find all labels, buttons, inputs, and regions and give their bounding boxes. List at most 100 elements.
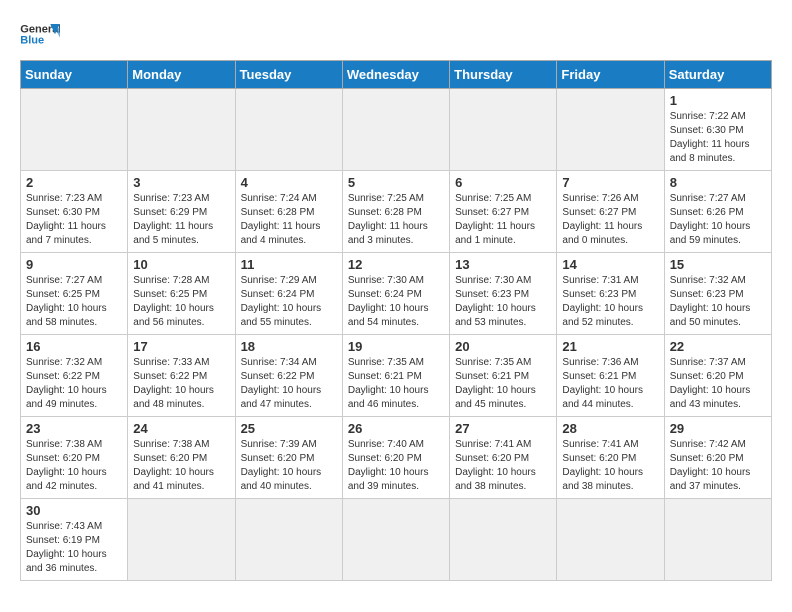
calendar-cell: 13Sunrise: 7:30 AM Sunset: 6:23 PM Dayli… xyxy=(450,253,557,335)
day-number: 19 xyxy=(348,339,444,354)
day-info: Sunrise: 7:33 AM Sunset: 6:22 PM Dayligh… xyxy=(133,356,229,412)
day-info: Sunrise: 7:41 AM Sunset: 6:20 PM Dayligh… xyxy=(455,438,551,494)
day-number: 4 xyxy=(241,175,337,190)
calendar-header-row: SundayMondayTuesdayWednesdayThursdayFrid… xyxy=(21,61,772,89)
day-header-sunday: Sunday xyxy=(21,61,128,89)
calendar-cell xyxy=(128,89,235,171)
calendar-week-2: 9Sunrise: 7:27 AM Sunset: 6:25 PM Daylig… xyxy=(21,253,772,335)
calendar-cell: 9Sunrise: 7:27 AM Sunset: 6:25 PM Daylig… xyxy=(21,253,128,335)
day-info: Sunrise: 7:22 AM Sunset: 6:30 PM Dayligh… xyxy=(670,110,766,166)
calendar-cell: 19 Sunrise: 7:35 AM Sunset: 6:21 PM Dayli… xyxy=(342,335,449,417)
day-info: Sunrise: 7:40 AM Sunset: 6:20 PM Dayligh… xyxy=(348,438,444,494)
calendar-cell: 21Sunrise: 7:36 AM Sunset: 6:21 PM Dayli… xyxy=(557,335,664,417)
day-number: 5 xyxy=(348,175,444,190)
calendar-cell xyxy=(21,89,128,171)
calendar-cell: 6 Sunrise: 7:25 AM Sunset: 6:27 PM Daylig… xyxy=(450,171,557,253)
day-number: 27 xyxy=(455,421,551,436)
day-number: 24 xyxy=(133,421,229,436)
day-header-saturday: Saturday xyxy=(664,61,771,89)
day-info: Sunrise: 7:26 AM Sunset: 6:27 PM Dayligh… xyxy=(562,192,658,248)
day-number: 8 xyxy=(670,175,766,190)
day-info: Sunrise: 7:29 AM Sunset: 6:24 PM Dayligh… xyxy=(241,274,337,330)
calendar-cell: 27 Sunrise: 7:41 AM Sunset: 6:20 PM Dayli… xyxy=(450,417,557,499)
day-number: 1 xyxy=(670,93,766,108)
calendar-cell: 1 Sunrise: 7:22 AM Sunset: 6:30 PM Daylig… xyxy=(664,89,771,171)
day-header-friday: Friday xyxy=(557,61,664,89)
day-header-tuesday: Tuesday xyxy=(235,61,342,89)
calendar-week-1: 2 Sunrise: 7:23 AM Sunset: 6:30 PM Daylig… xyxy=(21,171,772,253)
day-number: 11 xyxy=(241,257,337,272)
day-number: 6 xyxy=(455,175,551,190)
calendar-cell: 4 Sunrise: 7:24 AM Sunset: 6:28 PM Daylig… xyxy=(235,171,342,253)
day-number: 2 xyxy=(26,175,122,190)
day-header-monday: Monday xyxy=(128,61,235,89)
calendar-cell xyxy=(342,499,449,581)
day-info: Sunrise: 7:42 AM Sunset: 6:20 PM Dayligh… xyxy=(670,438,766,494)
calendar-cell: 3Sunrise: 7:23 AM Sunset: 6:29 PM Daylig… xyxy=(128,171,235,253)
day-info: Sunrise: 7:23 AM Sunset: 6:30 PM Dayligh… xyxy=(26,192,122,248)
day-number: 30 xyxy=(26,503,122,518)
calendar-week-0: 1 Sunrise: 7:22 AM Sunset: 6:30 PM Daylig… xyxy=(21,89,772,171)
logo: General Blue xyxy=(20,20,60,50)
day-info: Sunrise: 7:31 AM Sunset: 6:23 PM Dayligh… xyxy=(562,274,658,330)
calendar-week-3: 16 Sunrise: 7:32 AM Sunset: 6:22 PM Dayli… xyxy=(21,335,772,417)
calendar-week-5: 30 Sunrise: 7:43 AM Sunset: 6:19 PM Dayli… xyxy=(21,499,772,581)
calendar-cell xyxy=(664,499,771,581)
calendar-cell: 28 Sunrise: 7:41 AM Sunset: 6:20 PM Dayli… xyxy=(557,417,664,499)
day-info: Sunrise: 7:37 AM Sunset: 6:20 PM Dayligh… xyxy=(670,356,766,412)
day-info: Sunrise: 7:30 AM Sunset: 6:24 PM Dayligh… xyxy=(348,274,444,330)
day-number: 10 xyxy=(133,257,229,272)
day-number: 13 xyxy=(455,257,551,272)
day-info: Sunrise: 7:24 AM Sunset: 6:28 PM Dayligh… xyxy=(241,192,337,248)
calendar-cell: 25Sunrise: 7:39 AM Sunset: 6:20 PM Dayli… xyxy=(235,417,342,499)
day-info: Sunrise: 7:34 AM Sunset: 6:22 PM Dayligh… xyxy=(241,356,337,412)
day-info: Sunrise: 7:35 AM Sunset: 6:21 PM Dayligh… xyxy=(348,356,444,412)
day-info: Sunrise: 7:38 AM Sunset: 6:20 PM Dayligh… xyxy=(26,438,122,494)
calendar-cell: 15Sunrise: 7:32 AM Sunset: 6:23 PM Dayli… xyxy=(664,253,771,335)
day-info: Sunrise: 7:28 AM Sunset: 6:25 PM Dayligh… xyxy=(133,274,229,330)
calendar-cell: 23 Sunrise: 7:38 AM Sunset: 6:20 PM Dayli… xyxy=(21,417,128,499)
calendar-cell: 12 Sunrise: 7:30 AM Sunset: 6:24 PM Dayli… xyxy=(342,253,449,335)
day-number: 26 xyxy=(348,421,444,436)
calendar-cell: 2 Sunrise: 7:23 AM Sunset: 6:30 PM Daylig… xyxy=(21,171,128,253)
calendar-week-4: 23 Sunrise: 7:38 AM Sunset: 6:20 PM Dayli… xyxy=(21,417,772,499)
day-number: 20 xyxy=(455,339,551,354)
day-info: Sunrise: 7:35 AM Sunset: 6:21 PM Dayligh… xyxy=(455,356,551,412)
calendar-cell xyxy=(450,89,557,171)
calendar-cell: 24 Sunrise: 7:38 AM Sunset: 6:20 PM Dayli… xyxy=(128,417,235,499)
day-info: Sunrise: 7:38 AM Sunset: 6:20 PM Dayligh… xyxy=(133,438,229,494)
day-info: Sunrise: 7:27 AM Sunset: 6:26 PM Dayligh… xyxy=(670,192,766,248)
day-number: 15 xyxy=(670,257,766,272)
calendar-cell: 8 Sunrise: 7:27 AM Sunset: 6:26 PM Daylig… xyxy=(664,171,771,253)
calendar-cell: 7Sunrise: 7:26 AM Sunset: 6:27 PM Daylig… xyxy=(557,171,664,253)
day-info: Sunrise: 7:32 AM Sunset: 6:22 PM Dayligh… xyxy=(26,356,122,412)
calendar-cell: 5Sunrise: 7:25 AM Sunset: 6:28 PM Daylig… xyxy=(342,171,449,253)
day-number: 3 xyxy=(133,175,229,190)
calendar-cell: 16 Sunrise: 7:32 AM Sunset: 6:22 PM Dayli… xyxy=(21,335,128,417)
day-info: Sunrise: 7:27 AM Sunset: 6:25 PM Dayligh… xyxy=(26,274,122,330)
calendar-cell xyxy=(557,499,664,581)
calendar-cell: 29 Sunrise: 7:42 AM Sunset: 6:20 PM Dayli… xyxy=(664,417,771,499)
day-header-wednesday: Wednesday xyxy=(342,61,449,89)
day-number: 16 xyxy=(26,339,122,354)
day-number: 28 xyxy=(562,421,658,436)
day-info: Sunrise: 7:41 AM Sunset: 6:20 PM Dayligh… xyxy=(562,438,658,494)
calendar-cell xyxy=(128,499,235,581)
day-info: Sunrise: 7:43 AM Sunset: 6:19 PM Dayligh… xyxy=(26,520,122,576)
day-info: Sunrise: 7:25 AM Sunset: 6:27 PM Dayligh… xyxy=(455,192,551,248)
day-header-thursday: Thursday xyxy=(450,61,557,89)
day-info: Sunrise: 7:36 AM Sunset: 6:21 PM Dayligh… xyxy=(562,356,658,412)
calendar-cell: 30 Sunrise: 7:43 AM Sunset: 6:19 PM Dayli… xyxy=(21,499,128,581)
day-number: 23 xyxy=(26,421,122,436)
day-number: 12 xyxy=(348,257,444,272)
calendar-table: SundayMondayTuesdayWednesdayThursdayFrid… xyxy=(20,60,772,581)
page-header: General Blue xyxy=(20,20,772,50)
calendar-cell: 20 Sunrise: 7:35 AM Sunset: 6:21 PM Dayli… xyxy=(450,335,557,417)
svg-text:Blue: Blue xyxy=(20,35,44,47)
calendar-cell: 17Sunrise: 7:33 AM Sunset: 6:22 PM Dayli… xyxy=(128,335,235,417)
day-number: 22 xyxy=(670,339,766,354)
calendar-cell: 11 Sunrise: 7:29 AM Sunset: 6:24 PM Dayli… xyxy=(235,253,342,335)
calendar-cell xyxy=(235,89,342,171)
day-number: 29 xyxy=(670,421,766,436)
calendar-cell: 10 Sunrise: 7:28 AM Sunset: 6:25 PM Dayli… xyxy=(128,253,235,335)
